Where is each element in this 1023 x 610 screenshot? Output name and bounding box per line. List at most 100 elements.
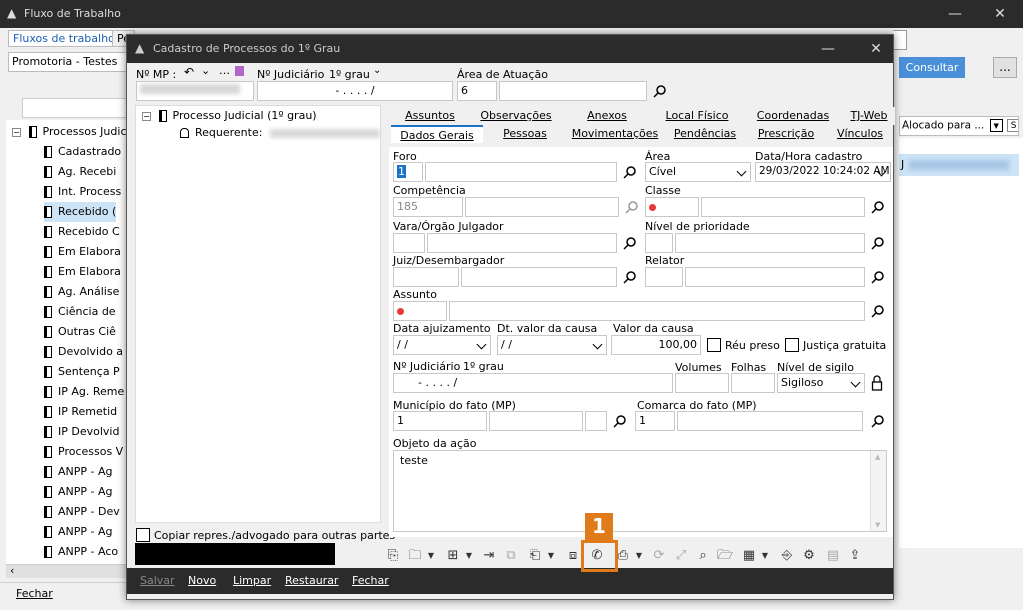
tree-item[interactable]: Processos V xyxy=(44,442,123,462)
tree-item[interactable]: Cadastrado xyxy=(44,142,121,162)
translate-icon[interactable]: ⎆ xyxy=(779,548,795,564)
minimize-icon[interactable]: — xyxy=(940,0,970,28)
data-hora-cadastro-field[interactable]: 29/03/2022 10:24:02 AM xyxy=(755,162,891,182)
juiz-code-field[interactable] xyxy=(393,267,459,287)
foro-name-field[interactable] xyxy=(425,162,617,182)
novo-button[interactable]: Novo xyxy=(188,574,216,587)
juiz-name-field[interactable] xyxy=(461,267,617,287)
search-icon[interactable] xyxy=(871,200,885,214)
municipio-code-field[interactable]: 1 xyxy=(393,411,487,431)
tree-root-processos[interactable]: − Processos Judici xyxy=(12,122,130,142)
foro-code-field[interactable]: 1 xyxy=(393,162,423,182)
municipio-extra-field[interactable] xyxy=(585,411,607,431)
search-icon[interactable] xyxy=(871,414,885,428)
num-judiciario-grau[interactable]: 1º grau xyxy=(463,360,504,373)
undo-icon[interactable]: ↶ xyxy=(184,65,194,79)
tree-item[interactable]: Ciência de xyxy=(44,302,116,322)
tab-pend-ncias[interactable]: Pendências xyxy=(665,125,745,143)
nivel-prioridade-name-field[interactable] xyxy=(675,233,865,253)
tree-item[interactable]: ANPP - Ag xyxy=(44,522,113,542)
move-icon[interactable]: ⇥ xyxy=(481,548,497,564)
assunto-name-field[interactable] xyxy=(449,301,865,321)
comarca-name-field[interactable] xyxy=(677,411,863,431)
fechar-button[interactable]: Fechar xyxy=(352,574,389,587)
scroll-left-icon[interactable]: ‹ xyxy=(10,564,14,577)
promotoria-field[interactable]: Promotoria - Testes xyxy=(8,52,128,72)
area-atuacao-name-field[interactable] xyxy=(499,81,647,101)
collapse-icon[interactable]: − xyxy=(142,111,151,121)
textarea-scrollbar[interactable]: ▲ ▼ xyxy=(870,451,886,531)
collapse-icon[interactable]: − xyxy=(12,127,21,137)
tab-anexos[interactable]: Anexos xyxy=(565,107,649,125)
search-icon[interactable] xyxy=(623,270,637,284)
tree-item[interactable]: IP Devolvid xyxy=(44,422,119,442)
search-icon[interactable] xyxy=(625,200,639,214)
tree-item[interactable]: Devolvido a xyxy=(44,342,123,362)
column-header-s[interactable]: S xyxy=(1007,119,1018,132)
municipio-name-field[interactable] xyxy=(489,411,583,431)
competencia-name-field[interactable] xyxy=(465,197,619,217)
tab-fluxos-de-trabalho[interactable]: Fluxos de trabalho xyxy=(8,30,120,47)
tab-dados-gerais[interactable]: Dados Gerais xyxy=(391,125,483,143)
competencia-code-field[interactable]: 185 xyxy=(393,197,463,217)
comarca-code-field[interactable]: 1 xyxy=(635,411,675,431)
tree-item[interactable]: ANPP - Ag xyxy=(44,482,113,502)
chevron-down-icon[interactable]: ▼ xyxy=(423,548,439,564)
area-atuacao-code-field[interactable]: 6 xyxy=(457,81,497,101)
tab-tj-web[interactable]: TJ-Web xyxy=(843,107,895,125)
justica-gratuita-checkbox[interactable] xyxy=(785,338,799,352)
chevron-down-icon[interactable]: ▼ xyxy=(461,548,477,564)
search-icon[interactable] xyxy=(613,414,627,428)
background-dropdown-edge[interactable] xyxy=(893,30,907,50)
filter-dropdown-icon[interactable]: ▼ xyxy=(989,119,1003,132)
close-icon[interactable]: ✕ xyxy=(985,0,1015,28)
dt-valor-causa-field[interactable]: / / xyxy=(497,335,607,355)
search-icon[interactable] xyxy=(623,236,637,250)
tree-item-requerente[interactable]: Requerente: xyxy=(180,123,380,143)
folder-search-icon[interactable]: 🗁 xyxy=(717,548,733,564)
tab-assuntos[interactable]: Assuntos xyxy=(391,107,469,125)
tab-local-f-sico[interactable]: Local Físico xyxy=(651,107,743,125)
scroll-up-icon[interactable]: ▲ xyxy=(875,453,880,461)
tree-item[interactable]: Int. Process xyxy=(44,182,121,202)
tab-v-nculos[interactable]: Vínculos xyxy=(827,125,893,143)
archive-icon[interactable]: ⧈ xyxy=(565,548,581,564)
background-search-input[interactable] xyxy=(22,98,132,118)
chevron-down-icon[interactable]: ▼ xyxy=(631,548,647,564)
mp-number-field[interactable] xyxy=(136,81,254,101)
background-horizontal-scrollbar[interactable]: ‹ xyxy=(6,564,128,578)
vara-code-field[interactable] xyxy=(393,233,425,253)
relator-code-field[interactable] xyxy=(645,267,683,287)
tree-item[interactable]: Recebido C xyxy=(44,222,120,242)
alocado-para-header[interactable]: Alocado para ... ▼ S xyxy=(899,116,1019,136)
fechar-background-button[interactable]: Fechar xyxy=(16,587,53,600)
tree-item[interactable]: Sentença P xyxy=(44,362,120,382)
search-icon[interactable] xyxy=(871,304,885,318)
hierarchy-icon[interactable]: ⊞ xyxy=(445,548,461,564)
tree-item[interactable]: ANPP - Aco xyxy=(44,542,118,562)
attach-add-icon[interactable]: ⎘ xyxy=(385,548,401,564)
tree-item[interactable]: Recebido ( xyxy=(44,202,117,222)
scroll-down-icon[interactable]: ▼ xyxy=(875,521,880,529)
settings-document-icon[interactable]: ⚙ xyxy=(801,548,817,564)
tree-item[interactable]: Outras Ciê xyxy=(44,322,116,342)
calendar-icon[interactable]: ▦ xyxy=(741,548,757,564)
grau-dropdown[interactable]: 1º grau xyxy=(329,68,370,81)
reu-preso-checkbox[interactable] xyxy=(707,338,721,352)
chevron-down-icon[interactable]: ⌄ xyxy=(373,65,381,76)
chevron-down-icon[interactable]: ▼ xyxy=(543,548,559,564)
tab-movimenta-es[interactable]: Movimentações xyxy=(567,125,663,143)
chevron-down-icon[interactable]: ⌄ xyxy=(201,64,210,77)
more-options-button[interactable]: ... xyxy=(993,57,1017,78)
restaurar-button[interactable]: Restaurar xyxy=(285,574,338,587)
ellipsis-icon[interactable]: … xyxy=(219,64,230,77)
modal-close-icon[interactable]: ✕ xyxy=(861,35,891,63)
search-icon[interactable] xyxy=(871,236,885,250)
tree-item[interactable]: Ag. Análise xyxy=(44,282,119,302)
judiciario-number-field[interactable]: - . . . . / xyxy=(257,81,453,101)
tab-prescri-o[interactable]: Prescrição xyxy=(747,125,825,143)
search-icon[interactable] xyxy=(653,84,667,98)
search-icon[interactable] xyxy=(623,165,637,179)
folder-icon[interactable]: 🗀 xyxy=(407,548,423,564)
tree-item[interactable]: Em Elabora xyxy=(44,242,121,262)
